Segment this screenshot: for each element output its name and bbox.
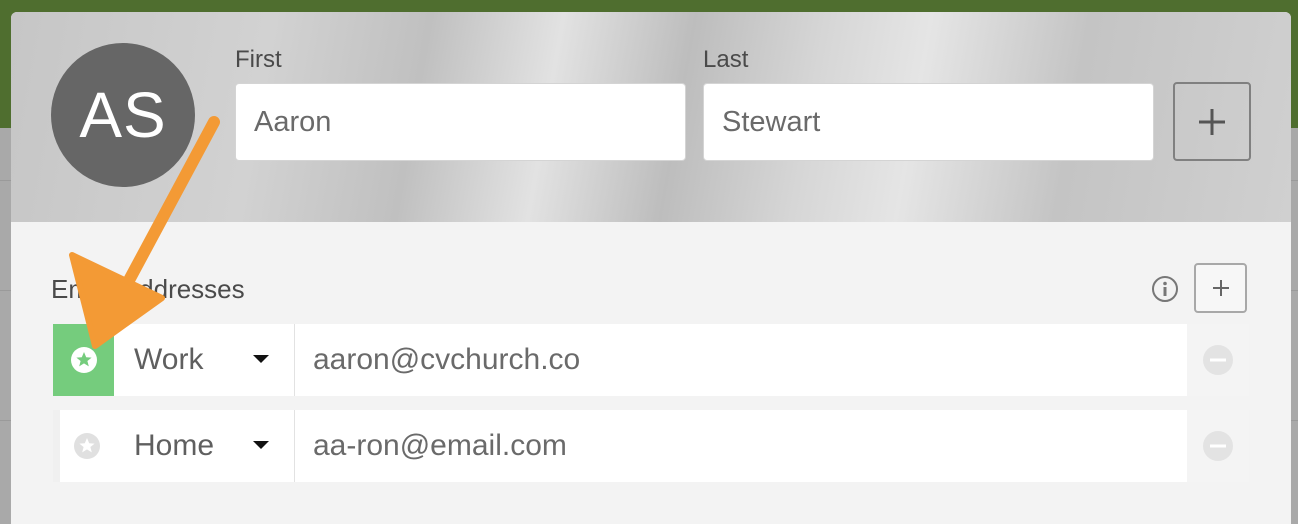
arrow-annotation xyxy=(69,116,220,349)
